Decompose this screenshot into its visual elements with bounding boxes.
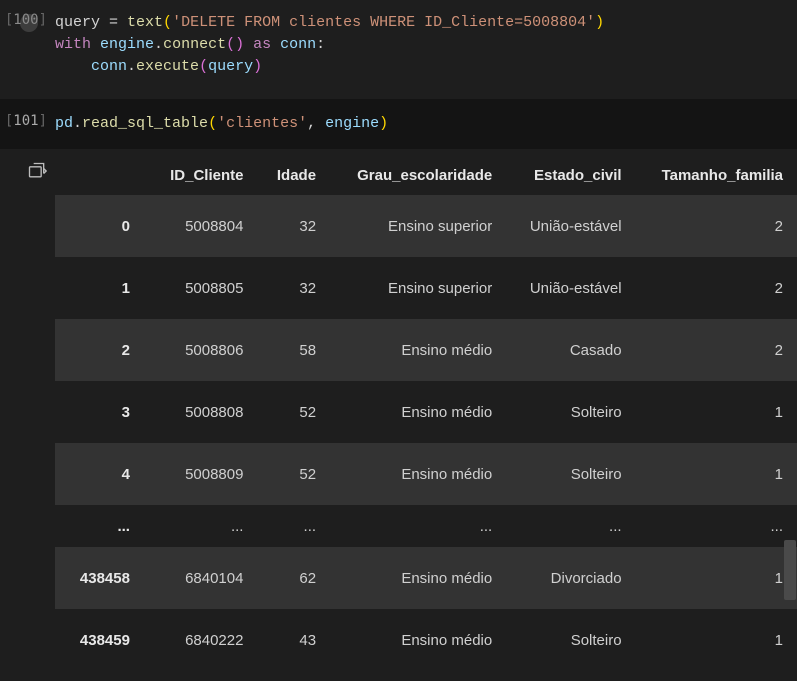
table-cell: ... xyxy=(257,505,330,547)
table-row: .................. xyxy=(55,505,797,547)
table-cell: 1 xyxy=(636,381,797,443)
table-row: 2500880658Ensino médioCasado2 xyxy=(55,319,797,381)
table-cell: 2 xyxy=(636,257,797,319)
row-index: 438458 xyxy=(55,547,148,609)
table-row: 438459684022243Ensino médioSolteiro1 xyxy=(55,609,797,671)
cell-output-101: ID_Cliente Idade Grau_escolaridade Estad… xyxy=(0,155,797,671)
table-header-row: ID_Cliente Idade Grau_escolaridade Estad… xyxy=(55,155,797,195)
table-cell: 1 xyxy=(636,443,797,505)
row-index: 3 xyxy=(55,381,148,443)
table-cell: Casado xyxy=(506,319,635,381)
col-header: Idade xyxy=(257,155,330,195)
table-cell: Ensino médio xyxy=(330,547,506,609)
row-index: 0 xyxy=(55,195,148,257)
col-header: Grau_escolaridade xyxy=(330,155,506,195)
table-row: 4500880952Ensino médioSolteiro1 xyxy=(55,443,797,505)
table-cell: Ensino médio xyxy=(330,381,506,443)
dataframe-table: ID_Cliente Idade Grau_escolaridade Estad… xyxy=(55,155,797,671)
table-cell: 32 xyxy=(257,257,330,319)
cell-prompt-100: [100] xyxy=(0,4,55,28)
row-index: 438459 xyxy=(55,609,148,671)
table-cell: 1 xyxy=(636,609,797,671)
code-cell-100: [100] query = text('DELETE FROM clientes… xyxy=(0,0,797,95)
row-index: ... xyxy=(55,505,148,547)
output-gutter xyxy=(0,155,55,181)
code-cell-101: [101] pd.read_sql_table('clientes', engi… xyxy=(0,99,797,149)
code-editor-100[interactable]: query = text('DELETE FROM clientes WHERE… xyxy=(55,4,797,85)
table-row: 0500880432Ensino superiorUnião-estável2 xyxy=(55,195,797,257)
table-cell: Solteiro xyxy=(506,443,635,505)
scrollbar-thumb[interactable] xyxy=(784,540,796,600)
row-index: 2 xyxy=(55,319,148,381)
table-row: 438458684010462Ensino médioDivorciado1 xyxy=(55,547,797,609)
table-cell: 62 xyxy=(257,547,330,609)
table-cell: 6840104 xyxy=(148,547,258,609)
col-header: ID_Cliente xyxy=(148,155,258,195)
table-cell: União-estável xyxy=(506,195,635,257)
table-cell: Ensino superior xyxy=(330,257,506,319)
col-header: Tamanho_familia xyxy=(636,155,797,195)
table-cell: 52 xyxy=(257,443,330,505)
table-cell: 43 xyxy=(257,609,330,671)
cell-prompt-101: [101] xyxy=(0,105,55,129)
table-cell: Ensino médio xyxy=(330,609,506,671)
table-cell: 5008809 xyxy=(148,443,258,505)
table-cell: 58 xyxy=(257,319,330,381)
table-cell: Divorciado xyxy=(506,547,635,609)
table-cell: ... xyxy=(506,505,635,547)
table-cell: 6840222 xyxy=(148,609,258,671)
row-index: 4 xyxy=(55,443,148,505)
table-cell: 1 xyxy=(636,547,797,609)
table-cell: ... xyxy=(330,505,506,547)
table-cell: Ensino médio xyxy=(330,319,506,381)
table-cell: 5008805 xyxy=(148,257,258,319)
table-row: 1500880532Ensino superiorUnião-estável2 xyxy=(55,257,797,319)
table-cell: ... xyxy=(148,505,258,547)
code-editor-101[interactable]: pd.read_sql_table('clientes', engine) xyxy=(55,105,797,143)
table-cell: 5008808 xyxy=(148,381,258,443)
scrollbar-track[interactable] xyxy=(783,300,797,660)
table-cell: Ensino superior xyxy=(330,195,506,257)
table-cell: União-estável xyxy=(506,257,635,319)
table-cell: 5008806 xyxy=(148,319,258,381)
table-cell: 5008804 xyxy=(148,195,258,257)
table-cell: 32 xyxy=(257,195,330,257)
table-cell: 52 xyxy=(257,381,330,443)
table-cell: ... xyxy=(636,505,797,547)
output-toggle-icon[interactable] xyxy=(27,161,47,181)
table-cell: Solteiro xyxy=(506,609,635,671)
index-header xyxy=(55,155,148,195)
table-row: 3500880852Ensino médioSolteiro1 xyxy=(55,381,797,443)
table-cell: 2 xyxy=(636,195,797,257)
table-cell: Solteiro xyxy=(506,381,635,443)
table-cell: 2 xyxy=(636,319,797,381)
col-header: Estado_civil xyxy=(506,155,635,195)
row-index: 1 xyxy=(55,257,148,319)
table-cell: Ensino médio xyxy=(330,443,506,505)
